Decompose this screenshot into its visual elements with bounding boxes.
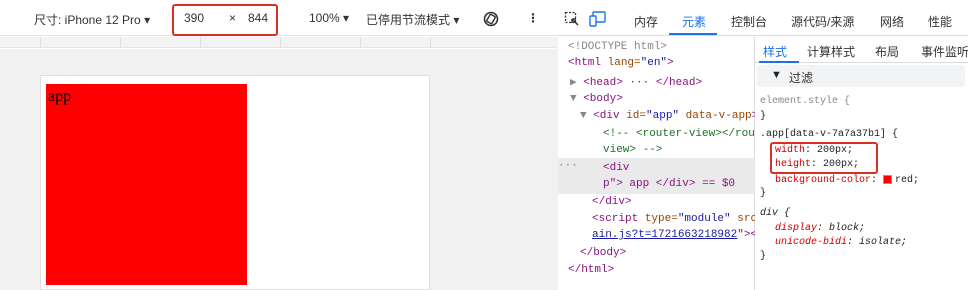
doctype-node[interactable]: <!DOCTYPE html> xyxy=(568,41,667,53)
comment-node[interactable]: <!-- <router-view></route- xyxy=(603,128,755,140)
head-node[interactable]: ▶ <head> ··· </head> xyxy=(570,75,702,89)
styles-tabbar: 样式 计算样式 布局 事件监听 xyxy=(755,37,968,63)
tab-computed[interactable]: 计算样式 xyxy=(807,43,855,60)
inspect-element-icon[interactable] xyxy=(564,11,580,27)
display-declaration[interactable]: display: block; xyxy=(775,223,865,234)
html-node[interactable]: <html lang="en"> xyxy=(568,57,674,69)
chevron-down-icon: ▾ xyxy=(343,11,350,25)
devtools-tabbar: 内存 元素 控制台 源代码/来源 网络 性能 xyxy=(558,0,968,36)
body-close-node[interactable]: </body> xyxy=(580,247,626,259)
tab-console[interactable]: 控制台 xyxy=(731,13,767,30)
script-node[interactable]: <script type="module" src=" xyxy=(592,213,755,225)
more-options-icon[interactable]: ⋮ xyxy=(527,11,539,25)
dom-tree: <!DOCTYPE html> <html lang="en"> ▶ <head… xyxy=(558,37,755,290)
tab-styles[interactable]: 样式 xyxy=(763,43,787,60)
html-close-node[interactable]: </html> xyxy=(568,264,614,276)
color-swatch-icon[interactable] xyxy=(883,175,893,184)
div-selected-node[interactable]: <div xyxy=(603,162,629,174)
node-options-icon[interactable]: ··· xyxy=(558,160,578,172)
tab-performance[interactable]: 性能 xyxy=(928,13,952,30)
tab-layout[interactable]: 布局 xyxy=(875,43,899,60)
filter-placeholder: 过滤 xyxy=(789,71,814,85)
tab-network[interactable]: 网络 xyxy=(880,13,904,30)
chevron-down-icon: ▾ xyxy=(144,13,151,27)
chevron-down-icon: ▾ xyxy=(453,13,460,27)
tab-elements[interactable]: 元素 xyxy=(682,13,706,30)
script-node-cont: ain.js?t=1721663218982"></s xyxy=(592,229,755,241)
device-select[interactable]: 尺寸: iPhone 12 Pro ▾ xyxy=(34,11,150,28)
device-toolbar: 尺寸: iPhone 12 Pro ▾ 390 × 844 100% ▾ 已停用… xyxy=(0,0,558,36)
collapse-arrow-icon[interactable]: ▼ xyxy=(570,93,583,105)
active-style-tab-indicator xyxy=(759,61,799,63)
width-height-highlight xyxy=(770,142,878,174)
bidi-declaration[interactable]: unicode-bidi: isolate; xyxy=(775,237,907,248)
comment-node-cont: view> --> xyxy=(603,144,663,156)
div-close-node[interactable]: </div> xyxy=(592,196,632,208)
div-rule-selector[interactable]: div { xyxy=(760,208,790,219)
tab-memory[interactable]: 内存 xyxy=(634,13,658,30)
expand-arrow-icon[interactable]: ▶ xyxy=(570,77,583,89)
collapse-arrow-icon[interactable]: ▼ xyxy=(580,110,593,122)
app-text: app xyxy=(48,88,72,105)
app-rule-close: } xyxy=(760,188,767,199)
element-style-rule[interactable]: element.style { xyxy=(760,96,850,107)
app-element[interactable] xyxy=(46,84,247,285)
rotate-icon[interactable] xyxy=(482,10,500,28)
device-toggle-icon[interactable] xyxy=(589,11,607,27)
dimensions-highlight xyxy=(172,4,278,36)
ruler xyxy=(0,37,558,48)
div-app-node[interactable]: ▼ <div id="app" data-v-app> xyxy=(580,110,755,122)
active-tab-indicator xyxy=(669,33,717,35)
tab-sources[interactable]: 源代码/来源 xyxy=(791,13,854,30)
background-declaration[interactable]: background-color: red; xyxy=(775,175,919,186)
zoom-select[interactable]: 100% ▾ xyxy=(309,11,349,25)
script-src-link[interactable]: ain.js?t=1721663218982 xyxy=(592,229,737,241)
throttle-select[interactable]: 已停用节流模式 ▾ xyxy=(366,11,459,28)
element-style-close: } xyxy=(760,111,767,122)
filter-input[interactable]: ▼ 过滤 xyxy=(757,65,965,87)
app-rule-selector[interactable]: .app[data-v-7a7a37b1] { xyxy=(760,129,898,140)
tab-event-listeners[interactable]: 事件监听 xyxy=(921,43,968,60)
body-node[interactable]: ▼ <body> xyxy=(570,93,623,105)
filter-icon: ▼ xyxy=(771,69,782,81)
div-rule-close: } xyxy=(760,251,767,262)
div-selected-node-cont: p"> app </div> == $0 xyxy=(603,178,736,190)
